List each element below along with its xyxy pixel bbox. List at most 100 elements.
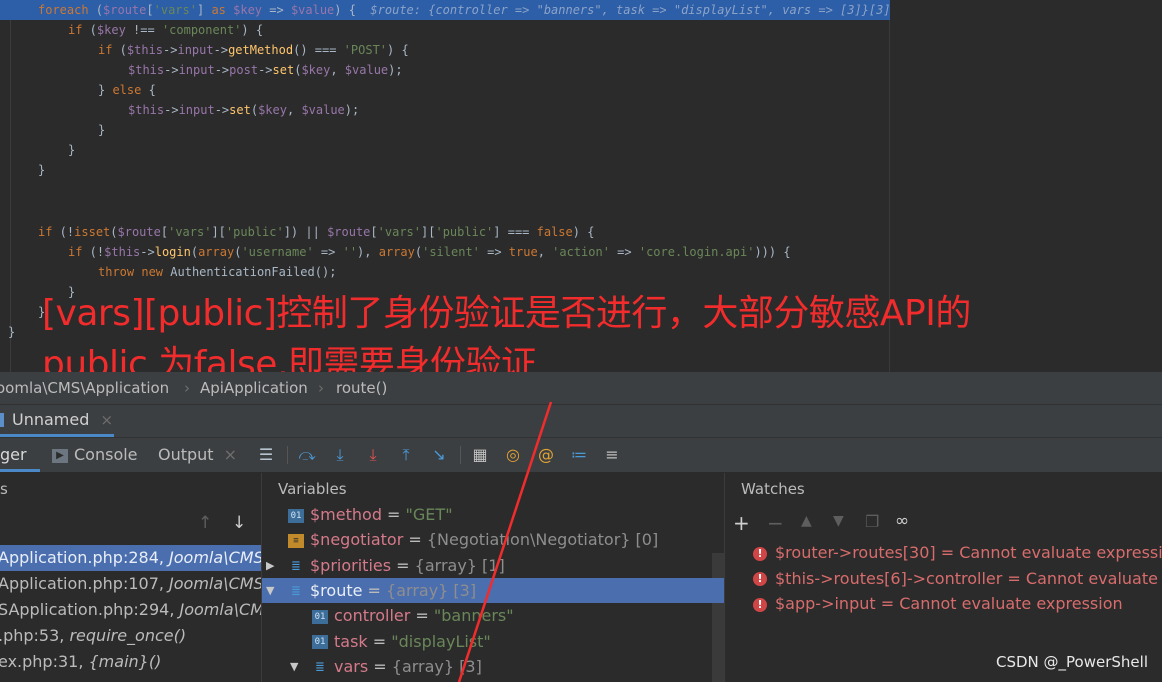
code-editor[interactable]: foreach ($route['vars'] as $key => $valu… [0, 0, 1162, 372]
primitive-type-icon: 01 [312, 635, 328, 649]
add-watch-icon[interactable]: ≡ [601, 445, 623, 465]
code-line: throw new AuthenticationFailed(); [98, 265, 337, 279]
watch-item[interactable]: ! $app->input = Cannot evaluate expressio… [753, 591, 1123, 617]
variable-equals: = [368, 656, 392, 676]
tab-debugger[interactable]: ger [0, 438, 40, 472]
variable-name: $priorities [310, 555, 392, 575]
stack-frame[interactable]: SApplication.php:294, Joomla\CMS\A [0, 597, 262, 623]
watches-panel: Watches + − ▲ ▼ ❐ ∞ ! $router->routes[30]… [725, 473, 1162, 682]
move-up-icon[interactable]: ▲ [801, 513, 812, 529]
breadcrumb-namespace[interactable]: oomla\CMS\Application [0, 372, 169, 404]
close-icon[interactable]: × [224, 445, 237, 464]
code-line: $this->input->set($key, $value); [128, 103, 360, 117]
code-line: } [38, 163, 46, 177]
layout-menu-icon[interactable]: ☰ [255, 445, 277, 465]
mute-breakpoints-icon[interactable]: @ [535, 445, 557, 465]
variable-name: $negotiator [310, 530, 404, 550]
array-type-icon: ≣ [291, 583, 301, 600]
variable-value: "GET" [405, 505, 453, 524]
chevron-right-icon: › [184, 379, 190, 397]
add-icon[interactable]: + [733, 511, 750, 535]
tab-label: Unnamed [12, 410, 90, 429]
inline-debug-value: $route: {controller => "banners", task =… [370, 3, 891, 17]
watch-item[interactable]: ! $this->routes[6]->controller = Cannot e… [753, 566, 1162, 592]
variable-row[interactable]: ▶ ≣ $priorities = {array} [1] [262, 553, 724, 578]
panel-header: s [0, 480, 8, 498]
variable-row[interactable]: ▼ ≣ vars = {array} [3] [262, 654, 724, 679]
step-into-icon[interactable]: ⤓ [362, 445, 384, 465]
watch-item[interactable]: ! $router->routes[30] = Cannot evaluate e… [753, 540, 1162, 566]
step-out-icon[interactable]: ⤒ [395, 445, 417, 465]
variable-equals: = [381, 505, 406, 524]
frame-function: Joomla\CMS\Ap [169, 548, 261, 567]
breakpoint-settings-icon[interactable]: ◎ [502, 445, 524, 465]
expand-arrow-icon[interactable]: ▶ [266, 553, 274, 578]
run-to-cursor-icon[interactable]: ↘ [428, 445, 450, 465]
breadcrumb-class[interactable]: ApiApplication [200, 372, 308, 404]
frame-file: .php:53, [0, 626, 70, 645]
watermark: CSDN @_PowerShell [996, 653, 1148, 671]
variables-panel: Variables 01 $method = "GET" ≡ $negotiator … [262, 473, 725, 682]
arrow-up-icon[interactable]: ↑ [198, 513, 212, 533]
watch-result: = Cannot evaluate expression [935, 543, 1162, 562]
frame-function: Joomla\CMS\Ap [169, 574, 261, 593]
primitive-type-icon: 01 [312, 609, 328, 624]
toolbar-divider [460, 446, 461, 464]
variable-equals: = [410, 606, 434, 626]
tab-output[interactable]: Output × [158, 438, 237, 472]
tab-console[interactable]: ▶ Console [52, 438, 138, 472]
glasses-icon[interactable]: ∞ [895, 511, 909, 531]
tab-debug-session[interactable]: Unnamed × [0, 405, 114, 437]
debug-toolbar: ger ▶ Console Output × ☰ ⤼ ⤓ ⤓ ⤒ ↘ ▦ ◎ @ ≔… [0, 438, 1162, 473]
watch-expression: $app->input [775, 594, 876, 613]
variable-type: {Negotiation\Negotiator} [0] [426, 530, 659, 550]
breadcrumb: oomla\CMS\Application › ApiApplication ›… [0, 372, 1162, 405]
code-var: $route [103, 3, 147, 17]
code-line: } [8, 325, 16, 339]
evaluate-expression-icon[interactable]: ▦ [469, 445, 491, 465]
arrow-down-icon[interactable]: ↓ [232, 513, 246, 533]
object-type-icon: ≡ [288, 533, 304, 548]
frame-function: require_once() [69, 626, 187, 645]
remove-icon[interactable]: − [767, 511, 784, 535]
variable-row[interactable]: 01 $method = "GET" [262, 502, 724, 527]
annotation-text: public 为false,即需要身份验证 [42, 344, 537, 372]
collapse-arrow-icon[interactable]: ▼ [290, 654, 298, 679]
frames-list-icon[interactable]: ≔ [568, 445, 590, 465]
frame-function: {main}() [88, 652, 162, 671]
code-line: } [98, 123, 106, 137]
frame-file: SApplication.php:294, [0, 600, 180, 619]
panel-header: Variables [278, 480, 347, 498]
code-var: $key [233, 3, 263, 17]
code-line: if (!$this->login(array('username' => ''… [68, 245, 791, 259]
frames-panel: s ↑ ↓ Application.php:284, Joomla\CMS\Ap… [0, 473, 262, 682]
stack-frame[interactable]: Application.php:284, Joomla\CMS\Ap [0, 545, 261, 571]
frame-file: Application.php:107, [0, 574, 170, 593]
variable-row[interactable]: 01 task = "displayList" [262, 629, 724, 654]
variable-name: controller [334, 606, 411, 626]
stack-frame[interactable]: Application.php:107, Joomla\CMS\Ap [0, 571, 261, 597]
variable-row[interactable]: ▼ ≣ $route = {array} [3] [262, 577, 724, 603]
variable-equals: = [403, 530, 427, 550]
stack-frame[interactable]: .php:53, require_once() [0, 623, 186, 649]
variable-value: "displayList" [391, 631, 491, 651]
breadcrumb-method[interactable]: route() [336, 372, 387, 404]
stack-frame[interactable]: ex.php:31, {main}() [0, 649, 161, 675]
move-down-icon[interactable]: ▼ [833, 513, 844, 529]
copy-icon[interactable]: ❐ [865, 512, 879, 531]
code-line: if ($this->input->getMethod() === 'POST'… [98, 43, 409, 57]
show-execution-point-icon[interactable]: ⤼ [296, 445, 318, 465]
panel-header: Watches [741, 480, 805, 498]
frame-function: Joomla\CMS\A [179, 600, 262, 619]
variable-name: $route [310, 580, 363, 600]
close-icon[interactable]: × [100, 411, 113, 429]
code-line: if ($key !== 'component') { [68, 23, 264, 37]
code-line: } [68, 143, 76, 157]
variable-row[interactable]: 01 controller = "banners" [262, 603, 724, 628]
watch-result: = Cannot evaluate expre [1007, 568, 1162, 588]
variable-row[interactable]: ≡ $negotiator = {Negotiation\Negotiator} … [262, 527, 724, 552]
collapse-arrow-icon[interactable]: ▼ [266, 578, 274, 603]
variable-type: {array} [3] [391, 656, 482, 676]
code-line: } else { [98, 83, 156, 97]
step-over-icon[interactable]: ⤓ [329, 445, 351, 465]
